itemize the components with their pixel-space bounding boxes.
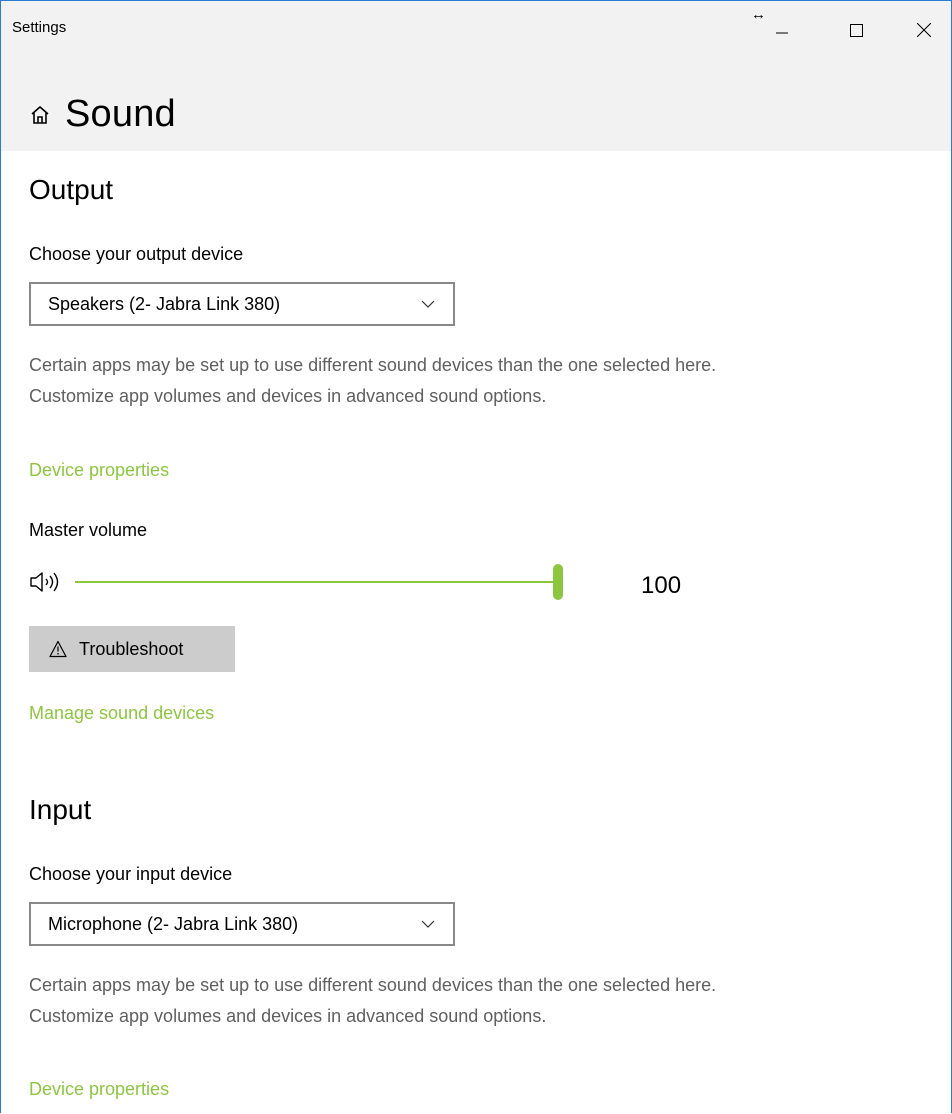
troubleshoot-label: Troubleshoot <box>79 638 184 659</box>
input-description: Certain apps may be set up to use differ… <box>29 975 717 1026</box>
volume-slider-thumb[interactable] <box>553 564 563 600</box>
input-device-value: Microphone (2- Jabra Link 380) <box>48 913 299 934</box>
output-device-label: Choose your output device <box>29 244 244 264</box>
master-volume-label: Master volume <box>29 520 148 540</box>
close-button[interactable] <box>901 15 947 45</box>
output-device-value: Speakers (2- Jabra Link 380) <box>48 293 281 314</box>
volume-value: 100 <box>641 572 682 599</box>
minimize-icon <box>776 32 788 34</box>
maximize-icon <box>849 23 863 37</box>
maximize-button[interactable] <box>833 15 879 45</box>
home-icon[interactable] <box>29 104 51 126</box>
output-device-properties-link[interactable]: Device properties <box>29 460 169 481</box>
master-volume-row: 100 <box>29 564 729 604</box>
output-section-title: Output <box>29 174 114 205</box>
settings-window: Settings ↔ Sound Output Choose your outp… <box>0 0 952 1113</box>
output-device-select[interactable]: Speakers (2- Jabra Link 380) <box>29 282 455 326</box>
close-icon <box>917 23 931 37</box>
warning-icon <box>49 640 67 658</box>
page-title: Sound <box>65 93 176 135</box>
input-device-select[interactable]: Microphone (2- Jabra Link 380) <box>29 902 455 946</box>
input-device-properties-link[interactable]: Device properties <box>29 1079 169 1100</box>
minimize-button[interactable] <box>759 15 805 45</box>
title-bar: Settings ↔ Sound <box>1 1 951 151</box>
chevron-down-icon <box>421 920 435 928</box>
chevron-down-icon <box>421 300 435 308</box>
page-header: Sound <box>29 93 176 136</box>
input-device-label: Choose your input device <box>29 864 233 884</box>
window-title: Settings <box>12 19 67 36</box>
volume-slider-track[interactable] <box>75 581 559 583</box>
manage-sound-devices-link[interactable]: Manage sound devices <box>29 703 214 724</box>
troubleshoot-button[interactable]: Troubleshoot <box>29 626 235 672</box>
output-description: Certain apps may be set up to use differ… <box>29 355 717 406</box>
speaker-icon[interactable] <box>29 570 67 594</box>
input-section-title: Input <box>29 794 92 825</box>
